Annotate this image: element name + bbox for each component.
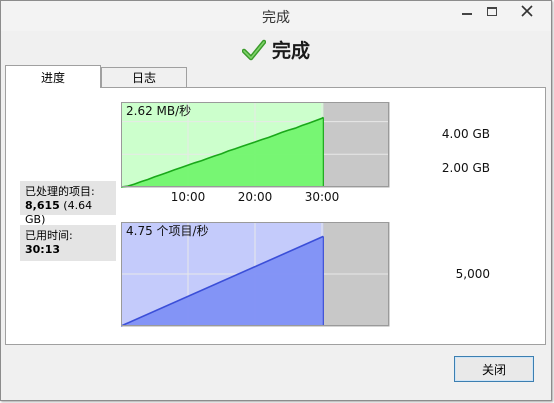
elapsed-time-value: 30:13 <box>25 243 61 256</box>
processed-items-count: 8,615 <box>25 199 60 212</box>
tab-log[interactable]: 日志 <box>101 67 187 87</box>
checkmark-icon <box>241 39 266 60</box>
maximize-button[interactable] <box>480 1 504 21</box>
processed-items-box: 已处理的项目: 8,615 (4.64 GB) <box>20 181 116 226</box>
x-tick-label: 10:00 <box>171 190 206 204</box>
progress-panel: 已处理的项目: 8,615 (4.64 GB) 已用时间: 30:13 2.62… <box>5 87 546 345</box>
y-tick-label: 2.00 GB <box>442 161 490 175</box>
page-header: 完成 <box>1 36 551 63</box>
throughput-rate-label: 2.62 MB/秒 <box>126 104 191 118</box>
minimize-icon <box>462 13 472 15</box>
processed-items-label: 已处理的项目: <box>25 185 95 198</box>
title-bar: 完成 <box>1 1 551 31</box>
x-tick-label: 20:00 <box>238 190 273 204</box>
maximize-icon <box>487 6 497 16</box>
close-button[interactable]: 关闭 <box>454 356 534 382</box>
y-tick-label: 4.00 GB <box>442 127 490 141</box>
x-tick-label: 30:00 <box>305 190 340 204</box>
minimize-button[interactable] <box>454 1 480 21</box>
close-icon <box>521 5 533 17</box>
window-close-button[interactable] <box>504 1 550 21</box>
page-title: 完成 <box>271 40 310 62</box>
y-tick-label: 5,000 <box>456 267 490 281</box>
dialog-window: 完成 完成 进度 日志 已处理的项目: 8,615 (4.64 GB) 已用时间… <box>0 0 552 401</box>
elapsed-time-box: 已用时间: 30:13 <box>20 225 116 261</box>
items-rate-label: 4.75 个项目/秒 <box>126 224 209 238</box>
elapsed-time-label: 已用时间: <box>25 229 73 242</box>
items-rate-chart: 4.75 个项目/秒 5,000 <box>121 222 490 327</box>
throughput-chart: 2.62 MB/秒 10:00 20:00 30:00 4.00 GB 2.00 GB <box>121 102 490 204</box>
tab-progress[interactable]: 进度 <box>5 65 101 88</box>
